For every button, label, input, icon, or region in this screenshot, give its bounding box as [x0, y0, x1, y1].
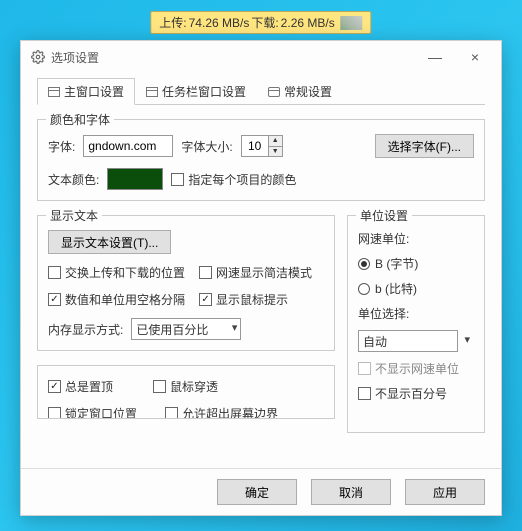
checkbox-box — [48, 266, 61, 279]
checkbox-box — [199, 266, 212, 279]
overlay-thumbnail — [341, 16, 363, 30]
group-display-text: 显示文本 显示文本设置(T)... 交换上传和下载的位置 网速显示简洁模式 — [37, 215, 335, 351]
checkbox-label: 允许超出屏幕边界 — [182, 405, 278, 419]
checkbox-label: 不显示百分号 — [375, 385, 447, 402]
hide-speed-unit-checkbox: 不显示网速单位 — [358, 360, 474, 377]
tab-label: 常规设置 — [284, 83, 332, 100]
checkbox-label: 数值和单位用空格分隔 — [65, 291, 185, 308]
allow-offscreen-checkbox[interactable]: 允许超出屏幕边界 — [165, 405, 278, 419]
compact-speed-checkbox[interactable]: 网速显示简洁模式 — [199, 264, 312, 281]
space-separator-checkbox[interactable]: ✓ 数值和单位用空格分隔 — [48, 291, 185, 308]
unit-select-label: 单位选择: — [358, 305, 474, 322]
checkbox-label: 锁定窗口位置 — [65, 405, 137, 419]
dialog-body: 主窗口设置 任务栏窗口设置 常规设置 颜色和字体 字体: 字体大小: — [21, 73, 501, 468]
unit-byte-radio[interactable]: B (字节) — [358, 255, 474, 272]
speed-unit-label: 网速单位: — [358, 230, 474, 247]
unit-bit-radio[interactable]: b (比特) — [358, 280, 474, 297]
spin-down-icon[interactable]: ▼ — [268, 147, 282, 157]
group-font-color: 颜色和字体 字体: 字体大小: ▲ ▼ 选择字体(F)... 文本颜色: — [37, 119, 485, 201]
gear-icon — [31, 50, 45, 64]
per-item-color-checkbox[interactable]: 指定每个项目的颜色 — [171, 171, 296, 188]
checkbox-label: 鼠标穿透 — [170, 378, 218, 395]
memory-display-label: 内存显示方式: — [48, 321, 123, 338]
download-value: 2.26 MB/s — [281, 16, 335, 30]
checkbox-box — [48, 407, 61, 419]
checkbox-label: 总是置顶 — [65, 378, 113, 395]
minimize-button[interactable]: ― — [415, 43, 455, 71]
tab-general[interactable]: 常规设置 — [257, 78, 343, 105]
checkbox-box — [165, 407, 178, 419]
spin-up-icon[interactable]: ▲ — [268, 136, 282, 147]
tab-label: 任务栏窗口设置 — [162, 83, 246, 100]
always-top-checkbox[interactable]: ✓ 总是置顶 — [48, 378, 113, 395]
checkbox-label: 不显示网速单位 — [375, 360, 459, 377]
lock-position-checkbox[interactable]: 锁定窗口位置 — [48, 405, 137, 419]
group-title: 颜色和字体 — [46, 111, 114, 128]
font-label: 字体: — [48, 138, 75, 155]
radio-label: B (字节) — [375, 255, 418, 272]
font-size-value[interactable] — [242, 136, 268, 156]
checkbox-box: ✓ — [48, 293, 61, 306]
window-icon — [48, 87, 60, 97]
radio-label: b (比特) — [375, 280, 417, 297]
hide-percent-checkbox[interactable]: 不显示百分号 — [358, 385, 474, 402]
group-unit: 单位设置 网速单位: B (字节) b (比特) 单位选择: — [347, 215, 485, 433]
window-icon — [146, 87, 158, 97]
checkbox-box — [171, 173, 184, 186]
window-title: 选项设置 — [51, 49, 415, 66]
swap-ul-dl-checkbox[interactable]: 交换上传和下载的位置 — [48, 264, 185, 281]
download-label: 下载: — [251, 14, 278, 31]
apply-button[interactable]: 应用 — [405, 479, 485, 505]
tab-label: 主窗口设置 — [64, 83, 124, 100]
font-size-spinner[interactable]: ▲ ▼ — [241, 135, 283, 157]
font-size-label: 字体大小: — [181, 138, 232, 155]
titlebar: 选项设置 ― × — [21, 41, 501, 73]
checkbox-label: 指定每个项目的颜色 — [188, 171, 296, 188]
choose-font-button[interactable]: 选择字体(F)... — [375, 134, 474, 158]
options-dialog: 选项设置 ― × 主窗口设置 任务栏窗口设置 常规设置 颜色和字体 字体: — [20, 40, 502, 516]
mouse-through-checkbox[interactable]: 鼠标穿透 — [153, 378, 218, 395]
upload-value: 74.26 MB/s — [189, 16, 250, 30]
dialog-button-bar: 确定 取消 应用 — [21, 468, 501, 515]
radio-dot — [358, 258, 370, 270]
text-color-swatch[interactable] — [107, 168, 163, 190]
text-color-label: 文本颜色: — [48, 171, 99, 188]
checkbox-label: 显示鼠标提示 — [216, 291, 288, 308]
group-misc: ✓ 总是置顶 鼠标穿透 锁定窗口位置 — [37, 365, 335, 419]
checkbox-label: 网速显示简洁模式 — [216, 264, 312, 281]
window-icon — [268, 87, 280, 97]
checkbox-box — [358, 362, 371, 375]
display-text-settings-button[interactable]: 显示文本设置(T)... — [48, 230, 171, 254]
font-input[interactable] — [83, 135, 173, 157]
upload-label: 上传: — [159, 14, 186, 31]
speed-overlay[interactable]: 上传: 74.26 MB/s 下载: 2.26 MB/s — [150, 11, 371, 34]
memory-display-select[interactable]: 已使用百分比 — [131, 318, 241, 340]
group-title: 显示文本 — [46, 207, 102, 224]
tab-strip: 主窗口设置 任务栏窗口设置 常规设置 — [37, 77, 485, 105]
checkbox-box: ✓ — [48, 380, 61, 393]
checkbox-label: 交换上传和下载的位置 — [65, 264, 185, 281]
checkbox-box: ✓ — [199, 293, 212, 306]
unit-select[interactable]: 自动 — [358, 330, 458, 352]
cancel-button[interactable]: 取消 — [311, 479, 391, 505]
show-tooltip-checkbox[interactable]: ✓ 显示鼠标提示 — [199, 291, 288, 308]
checkbox-box — [358, 387, 371, 400]
tab-taskbar-window[interactable]: 任务栏窗口设置 — [135, 78, 257, 105]
group-title: 单位设置 — [356, 207, 412, 224]
tab-main-window[interactable]: 主窗口设置 — [37, 78, 135, 105]
close-button[interactable]: × — [455, 43, 495, 71]
ok-button[interactable]: 确定 — [217, 479, 297, 505]
checkbox-box — [153, 380, 166, 393]
radio-dot — [358, 283, 370, 295]
